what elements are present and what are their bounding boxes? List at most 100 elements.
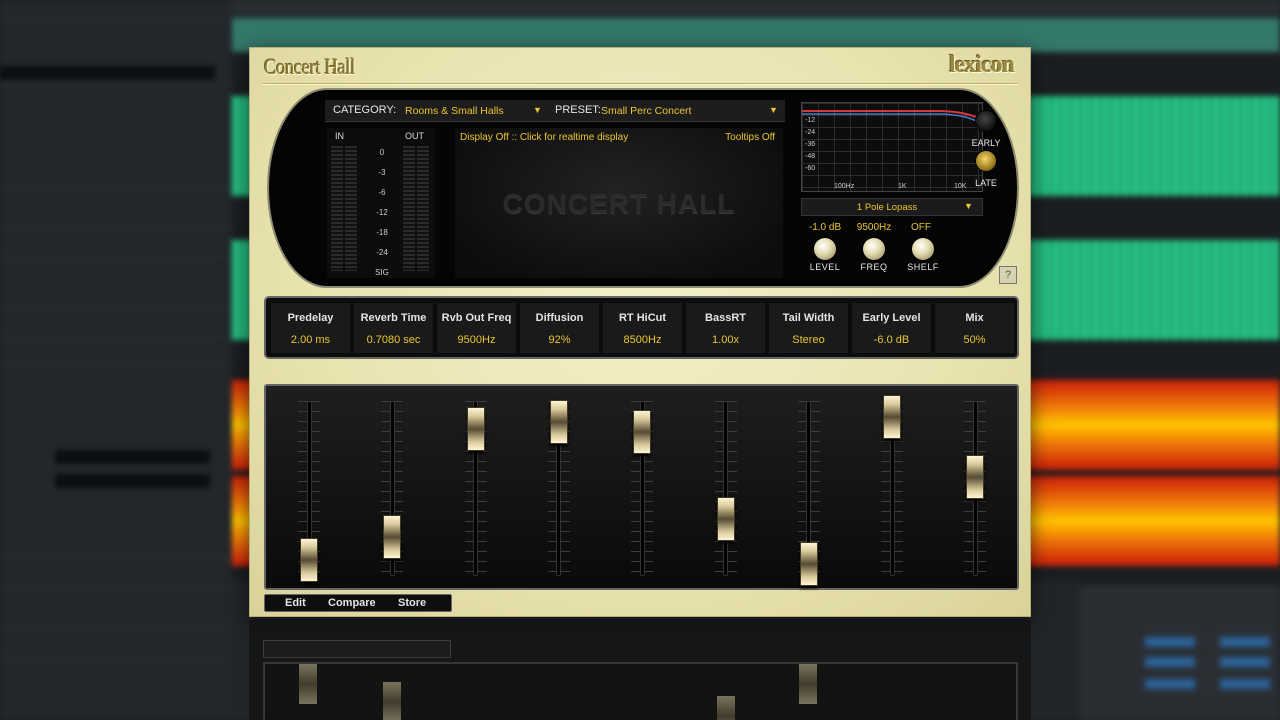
param-mix[interactable]: Mix 50%: [935, 303, 1015, 353]
param-value[interactable]: Stereo: [769, 334, 848, 346]
eq-y-label: -24: [805, 129, 816, 136]
fader-handle-rt-hicut[interactable]: [633, 410, 652, 454]
param-rvb-out-freq[interactable]: Rvb Out Freq 9500Hz: [437, 303, 517, 353]
param-name: RT HiCut: [618, 312, 667, 324]
fader-track-bassrt: [723, 401, 728, 576]
preset-label: PRESET:: [555, 104, 601, 116]
param-name: Rvb Out Freq: [441, 312, 512, 324]
early-reflections-button[interactable]: [975, 110, 997, 132]
param-name: Predelay: [287, 312, 334, 324]
fader-handle-rvb-out-freq[interactable]: [466, 407, 485, 451]
eq-x-label: 10K: [954, 183, 967, 190]
meter-scale-label: -3: [378, 168, 386, 177]
level-knob[interactable]: [814, 238, 836, 260]
param-early-level[interactable]: Early Level -6.0 dB: [852, 303, 932, 353]
param-value[interactable]: 50%: [935, 334, 1014, 346]
param-rt-hicut[interactable]: RT HiCut 8500Hz: [603, 303, 683, 353]
meter-scale-label: 0: [379, 148, 385, 157]
param-name: Tail Width: [782, 312, 835, 324]
eq-y-label: -60: [805, 165, 816, 172]
level-label: LEVEL: [809, 262, 841, 272]
fader-handle-diffusion[interactable]: [549, 399, 568, 444]
main-display-panel: CATEGORY: Rooms & Small Halls ▼ PRESET: …: [267, 88, 1019, 288]
fader-handle-tail-width[interactable]: [799, 542, 818, 586]
compare-button[interactable]: Compare: [328, 597, 376, 609]
param-value[interactable]: 8500Hz: [603, 334, 682, 346]
fader-handle-predelay[interactable]: [300, 537, 318, 582]
parameter-strip: Predelay 2.00 ms Reverb Time 0.7080 sec …: [264, 296, 1019, 359]
meter-scale-label: -24: [376, 248, 388, 257]
meter-scale-label: -6: [378, 188, 386, 197]
out-meter-left: [403, 146, 415, 271]
param-value[interactable]: 92%: [520, 334, 599, 346]
param-value[interactable]: 1.00x: [686, 334, 765, 346]
plugin-title: Concert Hall: [264, 54, 355, 79]
in-meter-label: IN: [335, 131, 344, 141]
eq-x-label: 100Hz: [834, 183, 855, 190]
out-meter-label: OUT: [405, 131, 424, 141]
display-toggle-text[interactable]: Display Off :: Click for realtime displa…: [460, 132, 628, 143]
help-button[interactable]: ?: [999, 266, 1017, 284]
late-reflections-button[interactable]: [975, 150, 997, 172]
category-chevron-down-icon[interactable]: ▼: [533, 105, 542, 115]
header-divider: [262, 83, 1018, 85]
freq-label: FREQ: [860, 262, 888, 272]
in-meter-right: [345, 146, 357, 271]
io-meters: IN OUT 0 -3 -6 -12 -18 -24 SIG: [327, 128, 435, 278]
reverb-plugin-window: Concert Hall lexicon CATEGORY: Rooms & S…: [249, 47, 1031, 617]
algorithm-name: CONCERT HALL: [502, 188, 736, 219]
param-name: Early Level: [862, 312, 921, 324]
category-dropdown[interactable]: Rooms & Small Halls: [405, 105, 504, 117]
param-name: Diffusion: [535, 312, 584, 324]
param-name: BassRT: [705, 312, 746, 324]
category-label: CATEGORY:: [333, 104, 397, 116]
freq-knob[interactable]: [863, 238, 885, 260]
filter-chevron-down-icon[interactable]: ▼: [964, 201, 973, 211]
eq-x-label: 1K: [898, 183, 907, 190]
window-reflection: [249, 620, 1031, 720]
param-tail-width[interactable]: Tail Width Stereo: [769, 303, 849, 353]
fader-handle-bassrt[interactable]: [716, 497, 735, 541]
param-name: Mix: [965, 312, 984, 324]
param-diffusion[interactable]: Diffusion 92%: [520, 303, 600, 353]
param-value[interactable]: -6.0 dB: [852, 334, 931, 346]
param-value[interactable]: 0.7080 sec: [354, 334, 433, 346]
eq-curve-graph: -12 -24 -36 -48 -60 100Hz 1K 10K: [801, 102, 983, 192]
fader-panel: [264, 384, 1019, 590]
tooltips-toggle[interactable]: Tooltips Off: [725, 132, 775, 143]
fader-handle-reverb-time[interactable]: [383, 515, 402, 559]
fader-handle-early-level[interactable]: [883, 395, 902, 439]
eq-y-label: -36: [805, 141, 816, 148]
eq-y-label: -12: [805, 117, 816, 124]
freq-value: 9500Hz: [856, 222, 892, 233]
param-reverb-time[interactable]: Reverb Time 0.7080 sec: [354, 303, 434, 353]
shelf-knob[interactable]: [912, 238, 934, 260]
meter-scale-label: -18: [376, 228, 388, 237]
edit-toolbar: Edit Compare Store: [264, 594, 452, 612]
fader-handle-mix[interactable]: [966, 455, 985, 499]
edit-button[interactable]: Edit: [285, 597, 306, 609]
late-label: LATE: [975, 178, 997, 188]
shelf-label: SHELF: [907, 262, 939, 272]
preset-dropdown[interactable]: Small Perc Concert: [601, 105, 691, 117]
store-button[interactable]: Store: [398, 597, 426, 609]
early-label: EARLY: [971, 138, 1001, 148]
param-name: Reverb Time: [360, 312, 427, 324]
filter-type-value: 1 Pole Lopass: [856, 202, 918, 213]
level-value: -1.0 dB: [808, 222, 842, 233]
param-predelay[interactable]: Predelay 2.00 ms: [271, 303, 351, 353]
filter-type-dropdown[interactable]: 1 Pole Lopass ▼: [801, 198, 983, 216]
daw-left-panel: [0, 0, 232, 720]
preset-browser: CATEGORY: Rooms & Small Halls ▼ PRESET: …: [325, 100, 785, 122]
param-value[interactable]: 2.00 ms: [271, 334, 350, 346]
eq-curve: [802, 110, 981, 124]
param-bassrt[interactable]: BassRT 1.00x: [686, 303, 766, 353]
in-meter-left: [331, 146, 343, 271]
param-value[interactable]: 9500Hz: [437, 334, 516, 346]
meter-scale-label: -12: [376, 208, 388, 217]
shelf-value: OFF: [911, 222, 931, 233]
eq-y-label: -48: [805, 153, 816, 160]
preset-chevron-down-icon[interactable]: ▼: [769, 105, 778, 115]
realtime-display[interactable]: Display Off :: Click for realtime displa…: [455, 128, 783, 278]
meter-scale-label: SIG: [375, 268, 389, 277]
